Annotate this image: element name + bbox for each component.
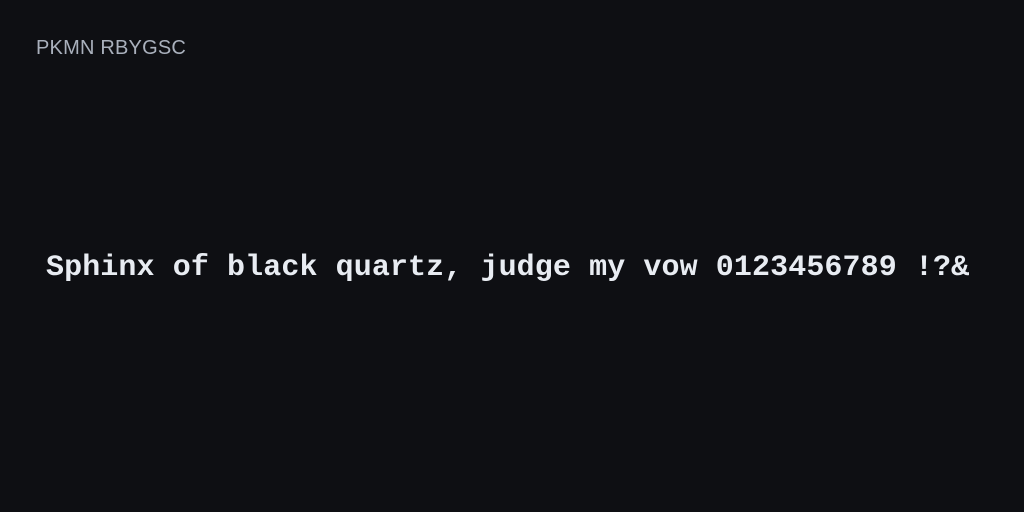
font-name-label: PKMN RBYGSC xyxy=(36,37,187,59)
specimen-text: Sphinx of black quartz, judge my vow 012… xyxy=(46,251,970,285)
